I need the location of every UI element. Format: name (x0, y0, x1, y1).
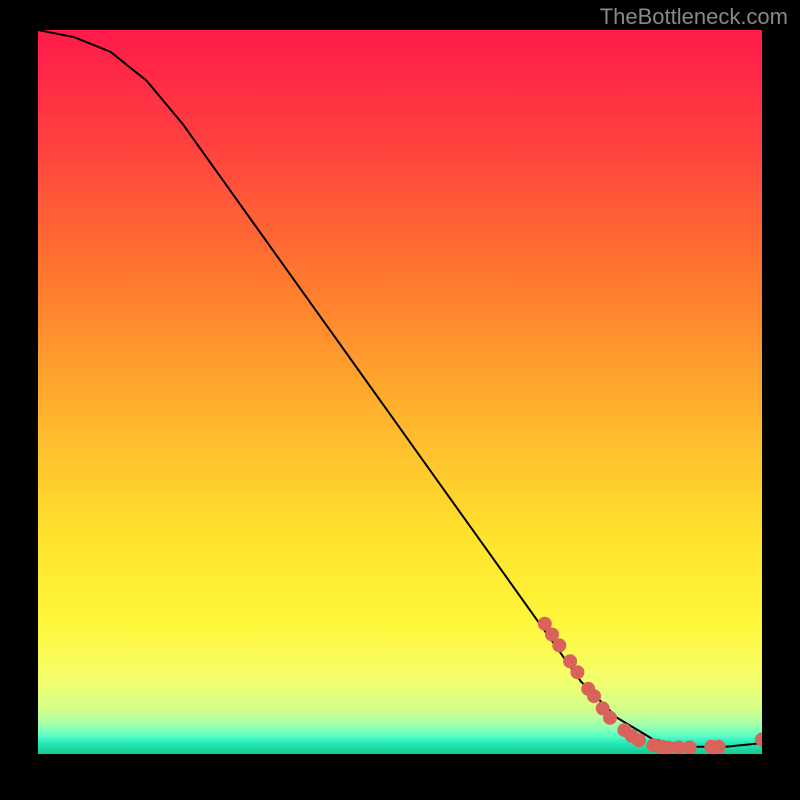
background-gradient (38, 30, 762, 754)
chart-container: TheBottleneck.com (0, 0, 800, 800)
watermark-text: TheBottleneck.com (600, 4, 788, 30)
plot-area (38, 30, 762, 754)
